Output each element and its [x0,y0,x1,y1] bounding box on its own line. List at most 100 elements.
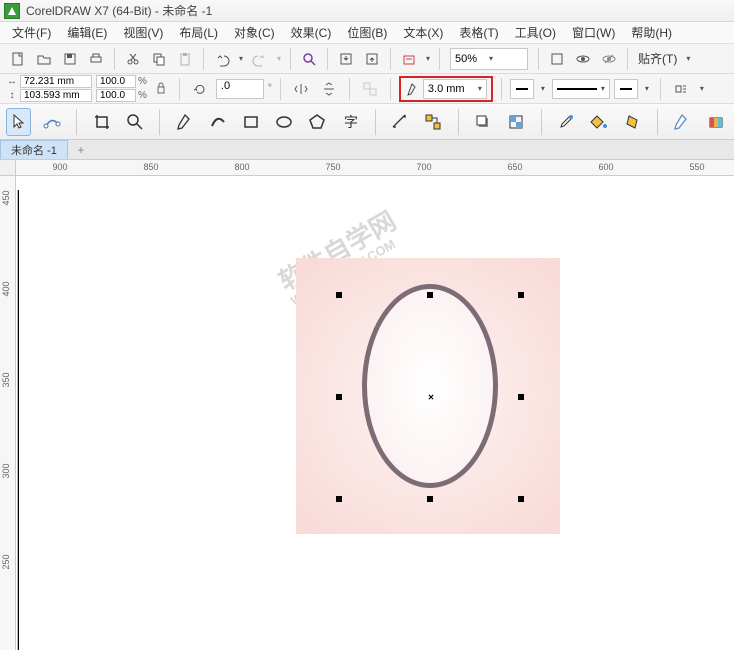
separator [114,48,115,70]
import-icon[interactable] [334,47,358,71]
selection-handle-tr[interactable] [518,292,524,298]
menu-window[interactable]: 窗口(W) [564,22,623,43]
width-input[interactable]: 72.231 mm [20,75,92,88]
ellipse-shape[interactable] [362,284,498,488]
copy-icon[interactable] [147,47,171,71]
menu-view[interactable]: 视图(V) [115,22,171,43]
selection-handle-tl[interactable] [336,292,342,298]
selection-handle-ml[interactable] [336,394,342,400]
mirror-v-icon[interactable] [317,77,341,101]
document-tab[interactable]: 未命名 -1 [0,140,68,159]
line-style-combo[interactable]: ▾ [552,79,610,99]
menu-object[interactable]: 对象(C) [226,22,283,43]
pick-tool[interactable] [6,108,31,136]
zoom-tool[interactable] [122,108,147,136]
vertical-ruler[interactable]: 450 400 350 300 250 [0,176,16,650]
connector-tool[interactable] [421,108,446,136]
menu-file[interactable]: 文件(F) [4,22,59,43]
fill-palette-tool[interactable] [703,108,728,136]
artistic-media-tool[interactable] [205,108,230,136]
add-tab-button[interactable]: + [72,141,90,159]
canvas[interactable]: 软件自学网 WWW.RJZXW.COM × [16,176,734,650]
drop-shadow-tool[interactable] [471,108,496,136]
publish-icon[interactable] [397,47,421,71]
line-start-combo[interactable] [510,79,534,99]
pct-label: % [138,90,147,101]
snap-link[interactable]: 贴齐(T) [634,50,681,67]
selection-handle-bl[interactable] [336,496,342,502]
search-icon[interactable] [297,47,321,71]
menu-bitmap[interactable]: 位图(B) [339,22,395,43]
line-end-dropdown[interactable]: ▾ [642,77,652,101]
save-icon[interactable] [58,47,82,71]
rotation-input[interactable]: .0 [216,79,264,99]
separator [280,78,281,100]
property-bar: ↔72.231 mm ↕103.593 mm 100.0% 100.0% .0 … [0,74,734,104]
menu-text[interactable]: 文本(X) [395,22,451,43]
menu-tools[interactable]: 工具(O) [507,22,564,43]
scale-x-input[interactable]: 100.0 [96,75,136,88]
crop-tool[interactable] [89,108,114,136]
transparency-tool[interactable] [504,108,529,136]
rectangle-tool[interactable] [238,108,263,136]
wrap-text-icon[interactable] [669,77,693,101]
wrap-text-dropdown[interactable]: ▾ [697,77,707,101]
menu-effect[interactable]: 效果(C) [283,22,340,43]
freehand-tool[interactable] [172,108,197,136]
undo-dropdown[interactable]: ▾ [236,47,246,71]
snap-toggle-icon[interactable] [597,47,621,71]
cut-icon[interactable] [121,47,145,71]
fill-tool[interactable] [587,108,612,136]
selection-center[interactable]: × [428,393,434,404]
selection-handle-bc[interactable] [427,496,433,502]
shape-tool[interactable] [39,108,64,136]
horizontal-ruler[interactable]: 900 850 800 750 700 650 600 550 [16,160,734,176]
outline-width-combo[interactable]: 3.0 mm▾ [423,79,487,99]
ruler-tick: 750 [325,162,340,172]
print-icon[interactable] [84,47,108,71]
new-icon[interactable] [6,47,30,71]
fullscreen-icon[interactable] [545,47,569,71]
mirror-h-icon[interactable] [289,77,313,101]
separator [327,48,328,70]
height-input[interactable]: 103.593 mm [20,89,92,102]
menu-edit[interactable]: 编辑(E) [59,22,115,43]
menu-table[interactable]: 表格(T) [451,22,506,43]
redo-icon[interactable] [248,47,272,71]
polygon-tool[interactable] [305,108,330,136]
outline-tool[interactable] [670,108,695,136]
separator [439,48,440,70]
zoom-combo[interactable]: 50%▾ [450,48,528,70]
publish-dropdown[interactable]: ▾ [423,47,433,71]
eyedropper-tool[interactable] [554,108,579,136]
ruler-tick: 800 [234,162,249,172]
ruler-origin[interactable] [0,160,16,176]
scale-y-input[interactable]: 100.0 [96,89,136,102]
menu-help[interactable]: 帮助(H) [623,22,680,43]
svg-text:字: 字 [344,114,358,130]
smart-fill-tool[interactable] [620,108,645,136]
text-tool[interactable]: 字 [338,108,363,136]
preview-icon[interactable] [571,47,595,71]
dimension-tool[interactable] [388,108,413,136]
line-end-combo[interactable] [614,79,638,99]
selection-handle-tc[interactable] [427,292,433,298]
selection-handle-br[interactable] [518,496,524,502]
snap-dropdown[interactable]: ▾ [683,47,693,71]
selection-handle-mr[interactable] [518,394,524,400]
paste-icon[interactable] [173,47,197,71]
lock-ratio-button[interactable] [151,76,171,102]
open-icon[interactable] [32,47,56,71]
export-icon[interactable] [360,47,384,71]
separator [390,78,391,100]
separator [660,78,661,100]
separator [349,78,350,100]
line-start-dropdown[interactable]: ▾ [538,77,548,101]
undo-icon[interactable] [210,47,234,71]
separator [657,109,658,135]
ellipse-tool[interactable] [271,108,296,136]
ungroup-icon[interactable] [358,77,382,101]
separator [375,109,376,135]
menu-layout[interactable]: 布局(L) [171,22,226,43]
redo-dropdown[interactable]: ▾ [274,47,284,71]
